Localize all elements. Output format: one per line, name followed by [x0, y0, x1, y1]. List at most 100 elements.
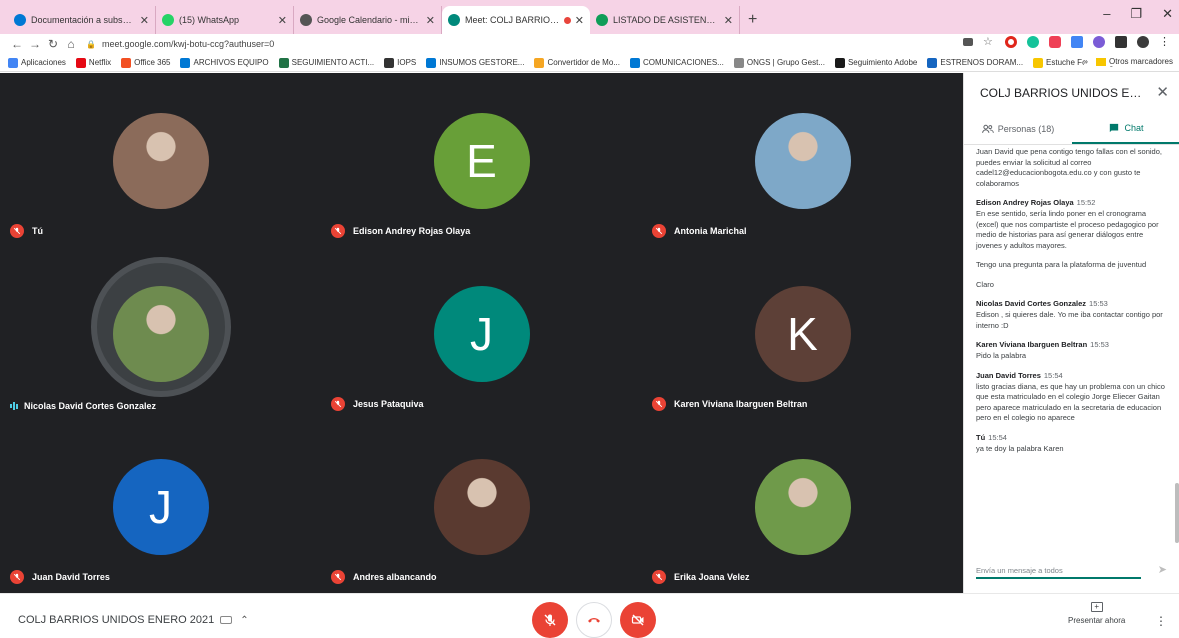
send-icon[interactable]: ➤ [1158, 563, 1167, 576]
bookmark-icon [834, 57, 845, 68]
participant-name-row: Jesus Pataquiva [331, 397, 424, 411]
menu-dots-icon[interactable]: ⋮ [1159, 36, 1171, 48]
home-icon[interactable]: ⌂ [62, 37, 80, 51]
chat-scrollbar[interactable] [1175, 483, 1179, 543]
chat-text: ya te doy la palabra Karen [976, 443, 1064, 453]
browser-tab[interactable]: LISTADO DE ASISTENCIA ENERO ✕ [590, 6, 740, 34]
participant-tile[interactable]: Antonia Marichal [642, 73, 963, 246]
tab-close-icon[interactable]: ✕ [575, 14, 584, 27]
tab-close-icon[interactable]: ✕ [278, 14, 287, 27]
bookmarks-more-button[interactable]: » [1084, 57, 1088, 66]
bookmark-item[interactable]: INSUMOS GESTORE... [426, 57, 524, 68]
browser-tab[interactable]: Google Calendario - miércoles, 2 ✕ [294, 6, 442, 34]
tab-chat[interactable]: Chat [1072, 113, 1179, 144]
restore-icon[interactable]: ❐ [1130, 6, 1142, 22]
camera-toggle-button[interactable] [620, 602, 656, 638]
participant-name: Tú [32, 226, 43, 236]
bookmark-label: Aplicaciones [21, 58, 66, 67]
back-icon[interactable]: ← [8, 37, 26, 51]
bookmark-icon [629, 57, 640, 68]
bookmark-item[interactable]: Office 365 [121, 57, 171, 68]
bookmark-item[interactable]: SEGUIMIENTO ACTI... [278, 57, 374, 68]
bookmark-item[interactable]: Aplicaciones [8, 57, 66, 68]
close-panel-icon[interactable]: ✕ [1156, 83, 1169, 101]
browser-tab[interactable]: (15) WhatsApp ✕ [156, 6, 294, 34]
chat-time: 15:52 [1076, 198, 1096, 207]
chat-message: Juan David Torres 15:54 listo gracias dian… [976, 371, 1170, 424]
star-icon[interactable]: ☆ [983, 36, 995, 48]
bookmark-item[interactable]: ARCHIVOS EQUIPO [180, 57, 269, 68]
bookmark-icon [733, 57, 744, 68]
tab-chat-label: Chat [1124, 122, 1144, 133]
bookmark-item[interactable]: Seguimiento Adobe [834, 57, 917, 68]
bookmark-label: Office 365 [134, 58, 171, 67]
feather-icon[interactable] [1093, 36, 1105, 48]
participant-tile[interactable]: J Jesus Pataquiva [321, 246, 642, 419]
bookmark-item[interactable]: Netflix [75, 57, 111, 68]
participant-tile[interactable]: E Edison Andrey Rojas Olaya [321, 73, 642, 246]
participant-tile[interactable]: Erika Joana Velez [642, 419, 963, 592]
browser-tab[interactable]: Documentación a subsanar - One ✕ [8, 6, 156, 34]
people-icon [981, 124, 994, 133]
other-bookmarks[interactable]: Otros marcadores [1095, 57, 1173, 66]
chat-text: Juan David que pena contigo tengo fallas… [976, 147, 1162, 188]
grammarly-icon[interactable] [1027, 36, 1039, 48]
participant-tile[interactable]: K Karen Viviana Ibarguen Beltran [642, 246, 963, 419]
present-now-button[interactable]: + Presentar ahora [1068, 602, 1125, 625]
opera-icon[interactable] [1005, 36, 1017, 48]
pocket-icon[interactable] [1049, 36, 1061, 48]
participant-tile[interactable]: J Juan David Torres [0, 419, 321, 592]
bookmark-item[interactable]: ESTRENOS DORAM... [927, 57, 1023, 68]
participant-tile[interactable]: Nicolas David Cortes Gonzalez [0, 246, 321, 419]
chat-message: Claro [976, 280, 1170, 291]
bookmark-icon [75, 57, 86, 68]
chat-sender: Nicolas David Cortes Gonzalez [976, 299, 1087, 308]
mic-toggle-button[interactable] [532, 602, 568, 638]
speaking-indicator-icon [10, 402, 18, 410]
bookmark-item[interactable]: Convertidor de Mo... [534, 57, 620, 68]
more-options-icon[interactable]: ⋮ [1155, 614, 1167, 628]
reload-icon[interactable]: ↻ [44, 37, 62, 51]
tab-title: (15) WhatsApp [179, 15, 240, 25]
chat-message-header: Karen Viviana Ibarguen Beltran 15:53 [976, 340, 1170, 349]
participant-tile[interactable]: Andres albancando [321, 419, 642, 592]
meeting-name: COLJ BARRIOS UNIDOS ENERO 2021 [18, 614, 215, 626]
tab-people[interactable]: Personas (18) [964, 113, 1072, 144]
chat-messages: Juan David que pena contigo tengo fallas… [964, 147, 1178, 547]
tab-favicon-icon [300, 14, 312, 26]
leave-call-button[interactable] [576, 602, 612, 638]
chat-message: Juan David que pena contigo tengo fallas… [976, 147, 1170, 189]
bookmark-icon [384, 57, 395, 68]
chat-sender: Edison Andrey Rojas Olaya [976, 198, 1074, 207]
meeting-details[interactable]: COLJ BARRIOS UNIDOS ENERO 2021 ⌃ [18, 614, 249, 626]
tab-favicon-icon [448, 14, 460, 26]
screen-icon[interactable] [1071, 36, 1083, 48]
browser-tab[interactable]: Meet: COLJ BARRIOS UNIDO ✕ [442, 6, 590, 34]
camera-icon[interactable] [963, 38, 973, 46]
minimize-icon[interactable]: – [1103, 6, 1110, 22]
hangup-icon [588, 618, 600, 623]
bookmark-label: IOPS [397, 58, 417, 67]
lock-icon: 🔒 [86, 39, 96, 49]
forward-icon[interactable]: → [26, 37, 44, 51]
camera-off-icon [631, 614, 644, 626]
profile-avatar[interactable] [1137, 36, 1149, 48]
new-tab-button[interactable]: + [740, 6, 765, 34]
participant-name: Edison Andrey Rojas Olaya [353, 226, 471, 236]
participant-tile[interactable]: Tú [0, 73, 321, 246]
chat-input[interactable]: Envía un mensaje a todos [976, 566, 1141, 579]
bookmark-item[interactable]: IOPS [384, 57, 417, 68]
captions-badge-icon [220, 616, 233, 624]
bookmark-item[interactable]: ONGS | Grupo Gest... [733, 57, 825, 68]
bookmark-icon [278, 57, 289, 68]
bookmark-label: COMUNICACIONES... [642, 58, 724, 67]
bookmarks-overflow: » Otros marcadores [1083, 57, 1173, 66]
close-window-icon[interactable]: ✕ [1162, 6, 1173, 22]
bookmark-icon [1033, 57, 1044, 68]
tab-close-icon[interactable]: ✕ [140, 14, 149, 27]
url-field[interactable]: 🔒 meet.google.com/kwj-botu-ccg?authuser=… [86, 36, 274, 52]
tab-close-icon[interactable]: ✕ [724, 14, 733, 27]
puzzle-icon[interactable] [1115, 36, 1127, 48]
bookmark-item[interactable]: COMUNICACIONES... [629, 57, 724, 68]
tab-close-icon[interactable]: ✕ [426, 14, 435, 27]
